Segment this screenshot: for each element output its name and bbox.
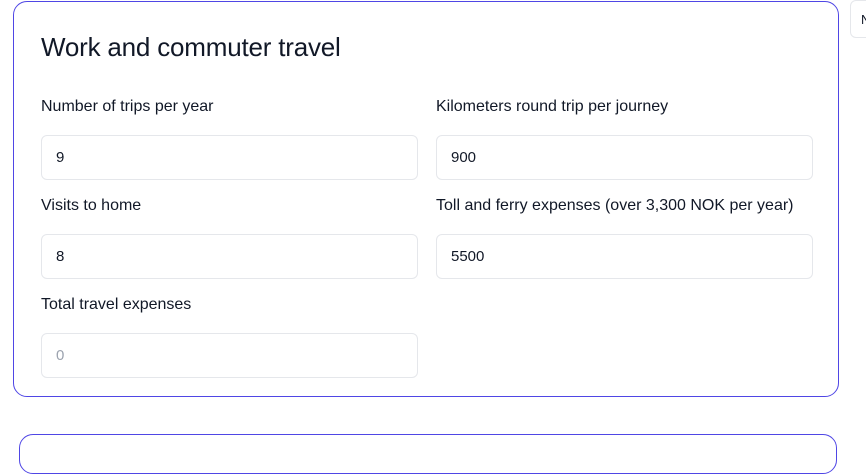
trips-per-year-label: Number of trips per year (41, 98, 214, 115)
next-section-card (19, 434, 837, 474)
toll-ferry-label: Toll and ferry expenses (over 3,300 NOK … (436, 197, 794, 214)
visits-home-field: Visits to home (41, 195, 418, 279)
km-round-trip-field: Kilometers round trip per journey (436, 96, 813, 180)
km-round-trip-label: Kilometers round trip per journey (436, 98, 669, 115)
work-commuter-travel-card: Work and commuter travel Number of trips… (13, 1, 839, 397)
km-round-trip-input[interactable] (436, 135, 813, 180)
toll-ferry-input[interactable] (436, 234, 813, 279)
visits-home-input[interactable] (41, 234, 418, 279)
side-button[interactable]: N (850, 0, 866, 38)
section-title: Work and commuter travel (41, 32, 341, 62)
trips-per-year-field: Number of trips per year (41, 96, 418, 180)
total-expenses-field: Total travel expenses (41, 294, 418, 378)
total-expenses-label: Total travel expenses (41, 296, 192, 313)
visits-home-label: Visits to home (41, 197, 142, 214)
trips-per-year-input[interactable] (41, 135, 418, 180)
toll-ferry-field: Toll and ferry expenses (over 3,300 NOK … (436, 195, 813, 279)
total-expenses-input (41, 333, 418, 378)
